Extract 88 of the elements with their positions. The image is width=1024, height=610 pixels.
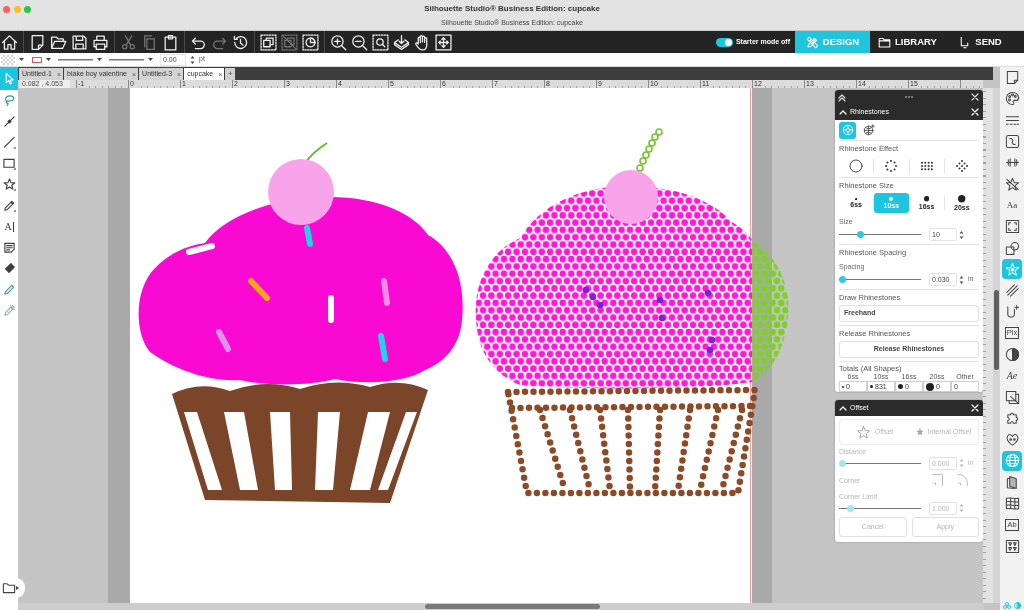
diagonal-lines-icon [1004,283,1020,299]
crossed-star-icon [1004,176,1020,192]
nav-tab[interactable]: LIBRARY [870,31,945,53]
corners-frame-icon [1004,219,1020,235]
round-corner-icon [957,472,969,487]
spinner-icon[interactable] [959,229,964,240]
caret-icon[interactable] [19,58,24,61]
skewed-panels-icon [1004,474,1020,490]
spinner-icon[interactable] [190,54,195,65]
mode-toggle[interactable] [715,37,733,47]
eraser-icon [2,262,16,275]
pencil-ruler-icon [805,35,819,49]
rhinestone-dot-icon [854,197,858,201]
text-tool-button[interactable]: A [0,216,18,237]
clipboard-icon[interactable] [162,33,179,51]
palette-icon [1004,91,1020,107]
group-icon[interactable] [260,33,277,51]
dashed-circle-icon[interactable] [302,33,319,51]
scrollbar-thumb[interactable] [425,604,600,609]
double-caret-icon[interactable] [838,92,846,102]
star-icon [915,428,924,436]
half-circle-icon [1004,347,1020,362]
rhinestone-dot-icon [889,197,894,201]
square-circle-icon [1004,240,1020,256]
circle-outline-icon [849,159,864,173]
node-line-icon [2,115,16,128]
star-outline-icon [855,424,871,440]
horizontal-scrollbar[interactable] [18,603,983,610]
close-icon[interactable] [971,93,979,101]
line-icon [2,136,16,149]
caret-icon[interactable] [97,58,102,61]
heart-outline-icon [1004,432,1020,448]
triangles-icon [1004,538,1020,554]
caret-icon[interactable] [46,58,51,61]
caret-icon[interactable] [148,58,153,61]
new-page-icon[interactable] [29,33,46,51]
rhinestone-dot-icon [958,195,966,203]
globe-icon [1004,453,1020,469]
panel-button[interactable]: Ae [1000,365,1024,387]
pen-icon [2,283,16,296]
eyedropper-icon [2,304,16,317]
lasso-icon [2,94,16,107]
rhinestone-dot-icon [898,384,903,389]
zoom-in-icon[interactable] [330,33,347,51]
rhinestone-dot-icon [923,196,930,202]
page-icon [1004,70,1020,86]
caret-icon[interactable] [839,109,847,115]
folder-icon [2,581,16,595]
home-icon[interactable] [1,33,18,51]
spacing-slider[interactable] [839,276,921,283]
folder-icon [878,35,892,49]
rectangle-icon [2,157,16,170]
spinner-icon[interactable] [959,274,964,285]
vertical-scrollbar[interactable] [993,88,1000,603]
dot-cluster-icon [954,159,969,173]
stroke-swatch[interactable] [32,56,42,63]
sharp-corner-icon [932,472,944,487]
zoom-out-icon[interactable] [351,33,368,51]
stacked-squares-icon [1004,389,1020,405]
tray-arrow-icon[interactable] [393,33,410,51]
dot-grid-icon [919,159,934,173]
u-plus-icon [1004,304,1020,320]
star-icon [2,178,16,191]
printer-icon[interactable] [92,33,109,51]
save-icon[interactable] [71,33,88,51]
dotted-circle-icon [884,159,899,173]
history-icon[interactable] [232,33,249,51]
window-title: Silhouette Studio® Business Edition: cupcake [424,4,600,14]
puzzle-icon [1004,410,1020,426]
swatch-icon [1004,134,1020,150]
move-arrows-icon[interactable] [435,33,452,51]
slider-thumb[interactable] [839,276,846,283]
rhinestone-dot-icon [926,382,934,391]
rhinestone-dot-icon [870,385,873,388]
scrollbar-thumb[interactable] [994,290,999,370]
add-tab-button[interactable]: + [225,68,236,80]
slider-thumb[interactable] [857,231,864,238]
dotted-star-icon [1004,261,1020,277]
panel-button[interactable]: Aa [1000,194,1024,217]
note-icon [2,241,16,254]
globe-sparkle-icon [862,124,875,136]
grid-icon [1004,496,1020,512]
drag-handle-icon[interactable] [904,96,913,98]
zoom-selection-icon[interactable] [372,33,389,51]
fill-swatch[interactable] [1,54,15,65]
pencil-icon [2,199,16,212]
nav-tab[interactable]: SEND [945,31,1015,53]
dotted-ball-icon [841,124,854,136]
